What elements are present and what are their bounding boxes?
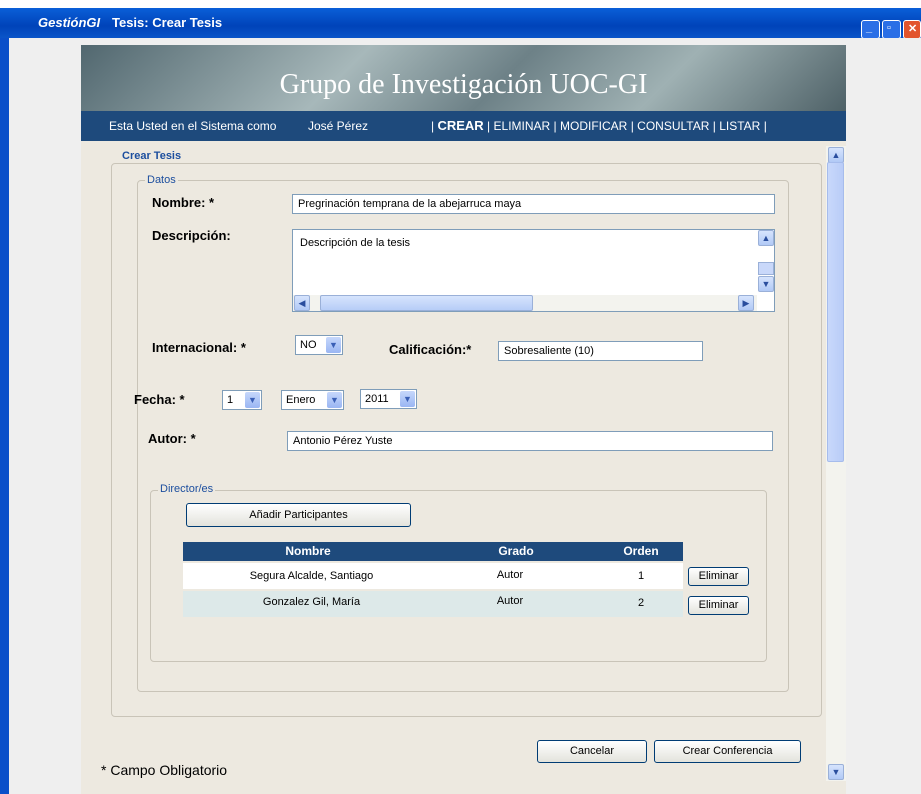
minimize-icon[interactable]: _: [861, 20, 880, 39]
close-icon[interactable]: ✕: [903, 20, 921, 39]
restore-icon[interactable]: ▫: [882, 20, 901, 39]
row-nombre: Gonzalez Gil, María: [262, 596, 361, 608]
nombre-label: Nombre: *: [152, 195, 215, 210]
header-title: Grupo de Investigación UOC-GI: [279, 69, 648, 100]
directores-legend: Director/es: [158, 483, 216, 495]
table-header: Nombre Grado Orden: [183, 542, 683, 561]
scroll-up-icon[interactable]: ▲: [828, 147, 844, 163]
col-grado: Grado: [498, 544, 534, 558]
window-frame: [0, 38, 9, 794]
textarea-scroll-left-icon[interactable]: ◀: [294, 295, 310, 311]
nav-separator: |: [553, 119, 557, 133]
nav-consultar[interactable]: CONSULTAR: [637, 119, 709, 133]
textarea-scroll-up-icon[interactable]: ▲: [758, 230, 774, 246]
user-label: Esta Usted en el Sistema como: [109, 119, 277, 133]
nav-eliminar[interactable]: ELIMINAR: [494, 119, 551, 133]
fecha-month-select[interactable]: Enero ▼: [281, 390, 344, 410]
window-titlebar[interactable]: GestiónGI Tesis: Crear Tesis: [0, 8, 921, 38]
add-participants-button[interactable]: Añadir Participantes: [186, 503, 411, 527]
nav-crear[interactable]: CREAR: [437, 118, 483, 133]
nombre-field[interactable]: Pregrinación temprana de la abejarruca m…: [292, 194, 775, 214]
row-nombre: Segura Alcalde, Santiago: [249, 570, 374, 582]
calificacion-label: Calificación:*: [389, 342, 472, 357]
fecha-year-value: 2011: [365, 393, 389, 405]
descripcion-label: Descripción:: [152, 228, 231, 243]
chevron-down-icon[interactable]: ▼: [400, 391, 415, 407]
textarea-scroll-down-icon[interactable]: ▼: [758, 276, 774, 292]
chevron-down-icon[interactable]: ▼: [327, 392, 342, 408]
required-note: * Campo Obligatorio: [101, 762, 228, 778]
navbar: Esta Usted en el Sistema como José Pérez…: [81, 111, 846, 141]
internacional-select[interactable]: NO ▼: [295, 335, 343, 355]
section-title: Crear Tesis: [122, 150, 182, 162]
eliminar-button[interactable]: Eliminar: [688, 567, 749, 586]
nav-separator: |: [487, 119, 491, 133]
datos-legend: Datos: [145, 174, 178, 186]
eliminar-button[interactable]: Eliminar: [688, 596, 749, 615]
autor-field[interactable]: Antonio Pérez Yuste: [287, 431, 773, 451]
table-row: Gonzalez Gil, María Autor 2: [183, 591, 683, 617]
col-orden: Orden: [623, 544, 659, 558]
header-banner: Grupo de Investigación UOC-GI: [81, 45, 846, 111]
row-grado: Autor: [496, 569, 524, 581]
calificacion-field[interactable]: Sobresaliente (10): [498, 341, 703, 361]
scroll-down-icon[interactable]: ▼: [828, 764, 844, 780]
chevron-down-icon[interactable]: ▼: [245, 392, 260, 408]
nav-separator: |: [712, 119, 716, 133]
textarea-scroll-right-icon[interactable]: ▶: [738, 295, 754, 311]
row-orden: 2: [637, 597, 645, 609]
table-row: Segura Alcalde, Santiago Autor 1: [183, 563, 683, 589]
nav-separator: |: [431, 119, 435, 133]
col-nombre: Nombre: [285, 544, 331, 558]
app-name: GestiónGI: [38, 15, 101, 30]
chevron-down-icon[interactable]: ▼: [326, 337, 341, 353]
nav-modificar[interactable]: MODIFICAR: [560, 119, 627, 133]
fecha-label: Fecha: *: [134, 392, 185, 407]
fecha-year-select[interactable]: 2011 ▼: [360, 389, 417, 409]
create-conference-button[interactable]: Crear Conferencia: [654, 740, 801, 763]
fecha-day-select[interactable]: 1 ▼: [222, 390, 262, 410]
internacional-label: Internacional: *: [152, 340, 246, 355]
cancel-button[interactable]: Cancelar: [537, 740, 647, 763]
row-orden: 1: [637, 570, 645, 582]
page-scroll-thumb[interactable]: [827, 162, 844, 462]
nav-menu: | CREAR | ELIMINAR | MODIFICAR | CONSULT…: [431, 118, 767, 133]
nav-separator: |: [630, 119, 634, 133]
nav-listar[interactable]: LISTAR: [719, 119, 760, 133]
descripcion-text: Descripción de la tesis: [300, 237, 411, 249]
row-grado: Autor: [496, 595, 524, 607]
internacional-value: NO: [300, 339, 317, 351]
user-name: José Pérez: [308, 119, 369, 133]
textarea-vscroll-thumb[interactable]: [758, 262, 774, 275]
nav-separator: |: [763, 119, 767, 133]
fecha-day-value: 1: [227, 394, 234, 406]
window-title: Tesis: Crear Tesis: [112, 15, 223, 30]
autor-label: Autor: *: [148, 431, 196, 446]
textarea-hscroll-thumb[interactable]: [320, 295, 533, 311]
fecha-month-value: Enero: [286, 394, 316, 406]
